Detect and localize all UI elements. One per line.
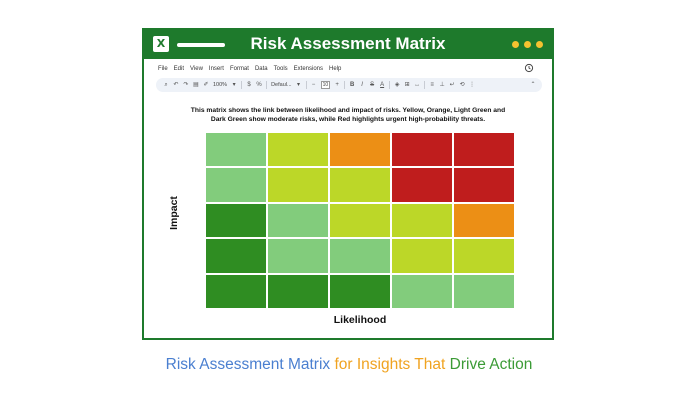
toolbar-divider xyxy=(344,81,346,89)
more-icon[interactable]: ⋮ xyxy=(469,82,475,88)
y-axis-label: Impact xyxy=(168,196,180,230)
redo-icon[interactable]: ↷ xyxy=(183,82,189,88)
x-axis-label: Likelihood xyxy=(333,314,387,326)
menu-edit[interactable]: Edit xyxy=(174,63,184,75)
menu-extensions[interactable]: Extensions xyxy=(294,63,323,75)
italic-icon[interactable]: I xyxy=(359,82,365,88)
toolbar: ⌕ ↶ ↷ ▤ ✐ 100% ▾ $ % Defaul... ▾ − 10 + … xyxy=(156,78,542,92)
matrix-cell-dark-green[interactable] xyxy=(205,202,267,239)
window-controls xyxy=(512,41,543,49)
fill-color-icon[interactable]: ◈ xyxy=(394,82,400,88)
caption-part-orange: for Insights That xyxy=(334,356,446,373)
matrix-cell-yellow-green[interactable] xyxy=(267,132,329,168)
menu-bar: File Edit View Insert Format Data Tools … xyxy=(158,63,341,75)
spreadsheet-logo-icon: X xyxy=(153,36,169,52)
print-icon[interactable]: ▤ xyxy=(193,82,199,88)
paint-format-icon[interactable]: ✐ xyxy=(203,82,209,88)
matrix-cell-light-green[interactable] xyxy=(453,273,515,309)
menu-format[interactable]: Format xyxy=(230,63,249,75)
menu-view[interactable]: View xyxy=(190,63,203,75)
toolbar-divider xyxy=(424,81,426,89)
matrix-cell-red[interactable] xyxy=(453,167,515,203)
spreadsheet-window: X Risk Assessment Matrix File Edit View … xyxy=(142,28,554,340)
matrix-cell-orange[interactable] xyxy=(453,202,515,239)
collapse-icon[interactable]: ⌃ xyxy=(530,82,536,88)
matrix-cell-light-green[interactable] xyxy=(267,202,329,239)
align-icon[interactable]: ≡ xyxy=(429,82,435,88)
matrix-cell-yellow-green[interactable] xyxy=(267,167,329,203)
toolbar-divider xyxy=(305,81,307,89)
percent-icon[interactable]: % xyxy=(256,82,262,88)
menu-insert[interactable]: Insert xyxy=(209,63,224,75)
increase-font-icon[interactable]: + xyxy=(334,82,340,88)
window-title: Risk Assessment Matrix xyxy=(250,34,446,53)
matrix-cell-light-green[interactable] xyxy=(391,273,453,309)
matrix-cell-dark-green[interactable] xyxy=(267,273,329,309)
matrix-description: This matrix shows the link between likel… xyxy=(190,107,506,123)
page-caption: Risk Assessment Matrix for Insights That… xyxy=(0,356,698,374)
strikethrough-icon[interactable]: S xyxy=(369,82,375,88)
decrease-font-icon[interactable]: − xyxy=(311,82,317,88)
window-dot-icon[interactable] xyxy=(536,41,543,48)
matrix-cell-light-green[interactable] xyxy=(267,238,329,274)
currency-icon[interactable]: $ xyxy=(246,82,252,88)
caption-part-blue: Risk Assessment Matrix xyxy=(165,356,331,373)
search-icon[interactable]: ⌕ xyxy=(163,82,169,88)
risk-matrix-grid xyxy=(205,132,515,309)
toolbar-divider xyxy=(241,81,243,89)
title-bar: X Risk Assessment Matrix xyxy=(144,30,552,59)
matrix-cell-light-green[interactable] xyxy=(205,132,267,168)
undo-icon[interactable]: ↶ xyxy=(173,82,179,88)
menu-tools[interactable]: Tools xyxy=(274,63,288,75)
matrix-cell-red[interactable] xyxy=(391,167,453,203)
matrix-cell-dark-green[interactable] xyxy=(205,273,267,309)
wrap-icon[interactable]: ↵ xyxy=(449,82,455,88)
chevron-down-icon: ▾ xyxy=(297,82,301,88)
matrix-cell-yellow-green[interactable] xyxy=(391,238,453,274)
caption-part-green: Drive Action xyxy=(449,356,533,373)
window-dot-icon[interactable] xyxy=(512,41,519,48)
matrix-cell-dark-green[interactable] xyxy=(329,273,391,309)
window-dot-icon[interactable] xyxy=(524,41,531,48)
matrix-cell-red[interactable] xyxy=(391,132,453,168)
toolbar-divider xyxy=(389,81,391,89)
toolbar-divider xyxy=(266,81,268,89)
matrix-cell-light-green[interactable] xyxy=(205,167,267,203)
rotate-icon[interactable]: ⟲ xyxy=(459,82,465,88)
matrix-cell-orange[interactable] xyxy=(329,132,391,168)
matrix-cell-light-green[interactable] xyxy=(329,238,391,274)
matrix-cell-dark-green[interactable] xyxy=(205,238,267,274)
zoom-select[interactable]: 100% xyxy=(213,82,227,88)
bold-icon[interactable]: B xyxy=(349,82,355,88)
font-select[interactable]: Defaul... xyxy=(271,82,291,88)
valign-icon[interactable]: ⊥ xyxy=(439,82,445,88)
matrix-cell-red[interactable] xyxy=(453,132,515,168)
matrix-cell-yellow-green[interactable] xyxy=(329,202,391,239)
font-size-input[interactable]: 10 xyxy=(320,81,331,89)
menu-help[interactable]: Help xyxy=(329,63,341,75)
matrix-cell-yellow-green[interactable] xyxy=(391,202,453,239)
borders-icon[interactable]: ⊞ xyxy=(404,82,410,88)
menu-file[interactable]: File xyxy=(158,63,168,75)
history-icon[interactable] xyxy=(524,63,534,73)
chevron-down-icon: ▾ xyxy=(232,82,236,88)
text-color-icon[interactable]: A xyxy=(379,82,385,88)
matrix-cell-yellow-green[interactable] xyxy=(329,167,391,203)
matrix-cell-yellow-green[interactable] xyxy=(453,238,515,274)
merge-cells-icon[interactable]: ↔ xyxy=(414,82,420,88)
menu-data[interactable]: Data xyxy=(255,63,268,75)
